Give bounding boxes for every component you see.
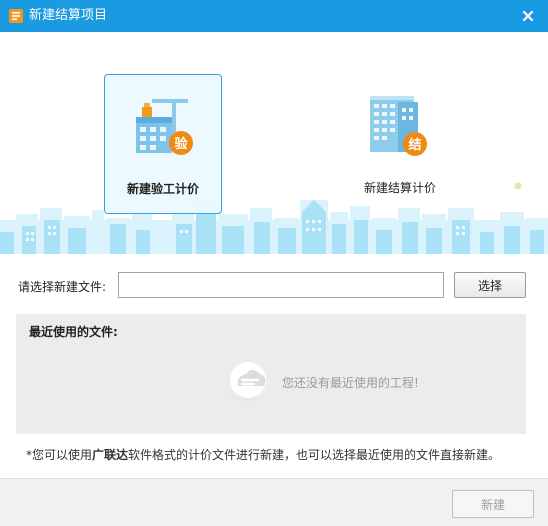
empty-cloud-icon: [230, 362, 266, 402]
window-title: 新建结算项目: [29, 8, 108, 23]
dialog-footer: 新建: [0, 478, 548, 526]
usage-hint: *您可以使用广联达软件格式的计价文件进行新建，也可以选择最近使用的文件直接新建。: [26, 446, 500, 463]
file-label: 请选择新建文件:: [18, 280, 107, 294]
recent-files-title: 最近使用的文件:: [29, 325, 118, 339]
hint-brand: 广联达: [92, 448, 129, 462]
select-file-button[interactable]: 选择: [454, 272, 526, 298]
hint-suffix: 软件格式的计价文件进行新建，也可以选择最近使用的文件直接新建。: [128, 448, 501, 462]
project-type-chooser: 验 新建验工计价 结 新建结算计价: [0, 32, 548, 254]
construction-building-icon: 验: [136, 99, 193, 155]
option-label: 新建验工计价: [126, 182, 199, 196]
file-path-input[interactable]: [118, 272, 444, 298]
option-new-inspection-valuation[interactable]: 验 新建验工计价: [104, 74, 222, 214]
create-button[interactable]: 新建: [452, 490, 534, 518]
office-building-icon: 结: [370, 96, 427, 156]
empty-recent-message: 您还没有最近使用的工程!: [282, 376, 419, 390]
badge-inspect-char: 验: [174, 136, 188, 152]
recent-files-panel: 最近使用的文件: 您还没有最近使用的工程!: [16, 314, 526, 434]
city-skyline-background: [0, 182, 548, 254]
close-icon[interactable]: [518, 6, 538, 26]
badge-settle-char: 结: [408, 137, 421, 153]
option-label: 新建结算计价: [363, 181, 436, 195]
app-icon: [9, 9, 23, 23]
title-bar: 新建结算项目: [0, 0, 548, 32]
option-new-settlement-valuation[interactable]: 结 新建结算计价: [341, 74, 459, 214]
hint-prefix: *您可以使用: [26, 448, 93, 462]
